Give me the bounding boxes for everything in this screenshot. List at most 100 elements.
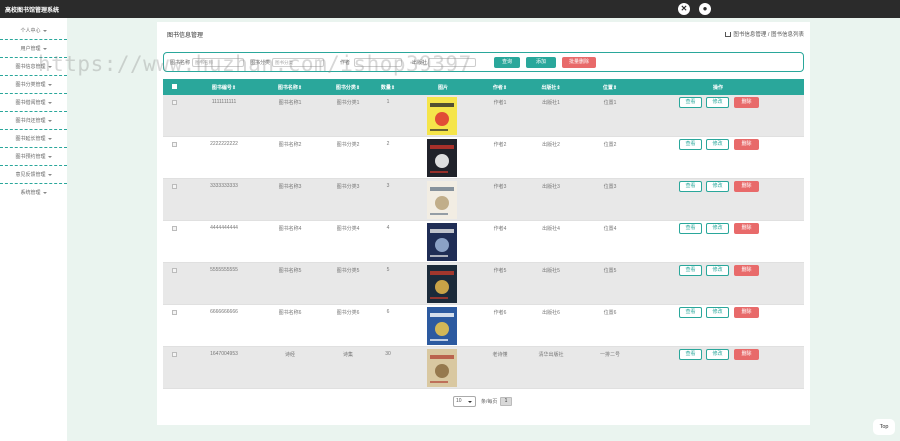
edit-button[interactable]: 修改 <box>706 307 729 318</box>
col-header-code[interactable]: 图书编号⇕ <box>199 84 249 91</box>
sidebar-item-book-reserve[interactable]: 图书预约管理 <box>0 148 67 166</box>
book-name-input[interactable]: 图书名称 <box>192 58 244 67</box>
sidebar-item-feedback[interactable]: 意见反馈管理 <box>0 166 67 184</box>
delete-button[interactable]: 删除 <box>734 265 759 276</box>
cell-code: 2222222222 <box>210 141 238 147</box>
cell-publisher: 出版社5 <box>542 268 560 274</box>
query-button[interactable]: 查询 <box>494 57 520 68</box>
back-to-top-button[interactable]: Top <box>873 419 895 435</box>
cell-qty: 5 <box>386 267 390 273</box>
sidebar-item-user-management[interactable]: 用户管理 <box>0 40 67 58</box>
chevron-down-icon <box>468 401 472 403</box>
per-page-label: 条/每页 <box>481 399 498 405</box>
edit-button[interactable]: 修改 <box>706 139 729 150</box>
cell-publisher: 出版社6 <box>542 310 560 316</box>
batch-delete-button[interactable]: 批量删除 <box>562 57 596 68</box>
search-panel: 图书名称 图书名称 图书分类 图书分类 作者 出版社 查询 添加 批量删除 <box>163 52 804 72</box>
user-icon[interactable]: ● <box>699 3 711 15</box>
col-header-qty[interactable]: 数量⇕ <box>373 84 403 91</box>
row-checkbox[interactable] <box>172 100 177 105</box>
cell-publisher: 出版社3 <box>542 184 560 190</box>
view-button[interactable]: 查看 <box>679 265 702 276</box>
table-row: 6666666666 图书名称6 图书分类6 6 作者6 出版社6 位置6 查看 修改 删除 <box>163 305 804 347</box>
row-checkbox[interactable] <box>172 184 177 189</box>
publisher-input[interactable] <box>428 58 476 67</box>
chevron-down-icon <box>47 119 52 122</box>
col-header-publisher[interactable]: 出版社⇕ <box>531 84 571 91</box>
edit-button[interactable]: 修改 <box>706 223 729 234</box>
cell-name: 图书名称3 <box>278 184 302 190</box>
sidebar-item-personal-center[interactable]: 个人中心 <box>0 22 67 40</box>
main-panel: 图书信息管理 图书信息管理 / 图书信息列表 图书名称 图书名称 图书分类 图书… <box>157 22 810 425</box>
select-all-checkbox[interactable] <box>172 84 177 89</box>
view-button[interactable]: 查看 <box>679 181 702 192</box>
cell-publisher: 出版社4 <box>542 226 560 232</box>
close-icon[interactable]: ✕ <box>678 3 690 15</box>
cell-location: 位置3 <box>603 184 617 190</box>
cell-qty: 1 <box>386 99 390 105</box>
page-size-select[interactable]: 10 <box>453 396 476 407</box>
cell-author: 老诗懂 <box>492 352 508 358</box>
sidebar-item-book-borrow[interactable]: 图书借阅管理 <box>0 94 67 112</box>
book-name-label: 图书名称 <box>170 60 191 66</box>
row-checkbox[interactable] <box>172 268 177 273</box>
chevron-down-icon <box>42 47 47 50</box>
cell-location: 位置5 <box>603 268 617 274</box>
sidebar-item-book-return[interactable]: 图书归还管理 <box>0 112 67 130</box>
table-row: 1647004953 诗经 诗集 30 老诗懂 清华出版社 一排二号 查看 修改 删除 <box>163 347 804 389</box>
sidebar-item-label: 图书预约管理 <box>15 154 46 160</box>
sidebar-item-book-info[interactable]: 图书信息管理 <box>0 58 67 76</box>
view-button[interactable]: 查看 <box>679 307 702 318</box>
view-button[interactable]: 查看 <box>679 97 702 108</box>
view-button[interactable]: 查看 <box>679 349 702 360</box>
sidebar-item-book-extend[interactable]: 图书延长管理 <box>0 130 67 148</box>
cell-name: 诗经 <box>284 352 295 358</box>
book-cover-image <box>424 181 460 219</box>
sidebar-item-label: 个人中心 <box>20 28 41 34</box>
sidebar-item-label: 图书延长管理 <box>15 136 46 142</box>
row-checkbox[interactable] <box>172 310 177 315</box>
view-button[interactable]: 查看 <box>679 223 702 234</box>
cell-category: 图书分类3 <box>336 184 360 190</box>
delete-button[interactable]: 删除 <box>734 97 759 108</box>
home-icon[interactable] <box>725 32 732 37</box>
col-header-category[interactable]: 图书分类⇕ <box>323 84 373 91</box>
col-header-location[interactable]: 位置⇕ <box>595 84 625 91</box>
cell-location: 位置1 <box>603 100 617 106</box>
view-button[interactable]: 查看 <box>679 139 702 150</box>
delete-button[interactable]: 删除 <box>734 349 759 360</box>
delete-button[interactable]: 删除 <box>734 139 759 150</box>
cell-category: 图书分类5 <box>336 268 360 274</box>
book-cover-image <box>424 265 460 303</box>
cell-qty: 4 <box>386 225 390 231</box>
cell-qty: 30 <box>385 351 391 357</box>
author-input[interactable] <box>354 58 402 67</box>
publisher-label: 出版社 <box>412 60 428 66</box>
page-button-current[interactable]: 1 <box>500 397 512 406</box>
cell-code: 5555555555 <box>210 267 238 273</box>
sidebar-item-system[interactable]: 系统管理 <box>0 184 67 202</box>
delete-button[interactable]: 删除 <box>734 181 759 192</box>
edit-button[interactable]: 修改 <box>706 97 729 108</box>
delete-button[interactable]: 删除 <box>734 307 759 318</box>
cell-publisher: 清华出版社 <box>538 352 564 358</box>
book-category-input[interactable]: 图书分类 <box>272 58 324 67</box>
chevron-down-icon <box>47 65 52 68</box>
edit-button[interactable]: 修改 <box>706 181 729 192</box>
chevron-down-icon <box>47 137 52 140</box>
cell-code: 1111111111 <box>211 99 237 105</box>
col-header-author[interactable]: 作者⇕ <box>485 84 515 91</box>
add-button[interactable]: 添加 <box>526 57 556 68</box>
edit-button[interactable]: 修改 <box>706 349 729 360</box>
col-header-name[interactable]: 图书名称⇕ <box>265 84 315 91</box>
cell-name: 图书名称5 <box>278 268 302 274</box>
cell-publisher: 出版社1 <box>542 100 560 106</box>
sidebar-item-label: 用户管理 <box>20 46 41 52</box>
sidebar-item-label: 图书信息管理 <box>15 64 46 70</box>
row-checkbox[interactable] <box>172 226 177 231</box>
sidebar-item-book-category[interactable]: 图书分类管理 <box>0 76 67 94</box>
edit-button[interactable]: 修改 <box>706 265 729 276</box>
row-checkbox[interactable] <box>172 352 177 357</box>
delete-button[interactable]: 删除 <box>734 223 759 234</box>
row-checkbox[interactable] <box>172 142 177 147</box>
